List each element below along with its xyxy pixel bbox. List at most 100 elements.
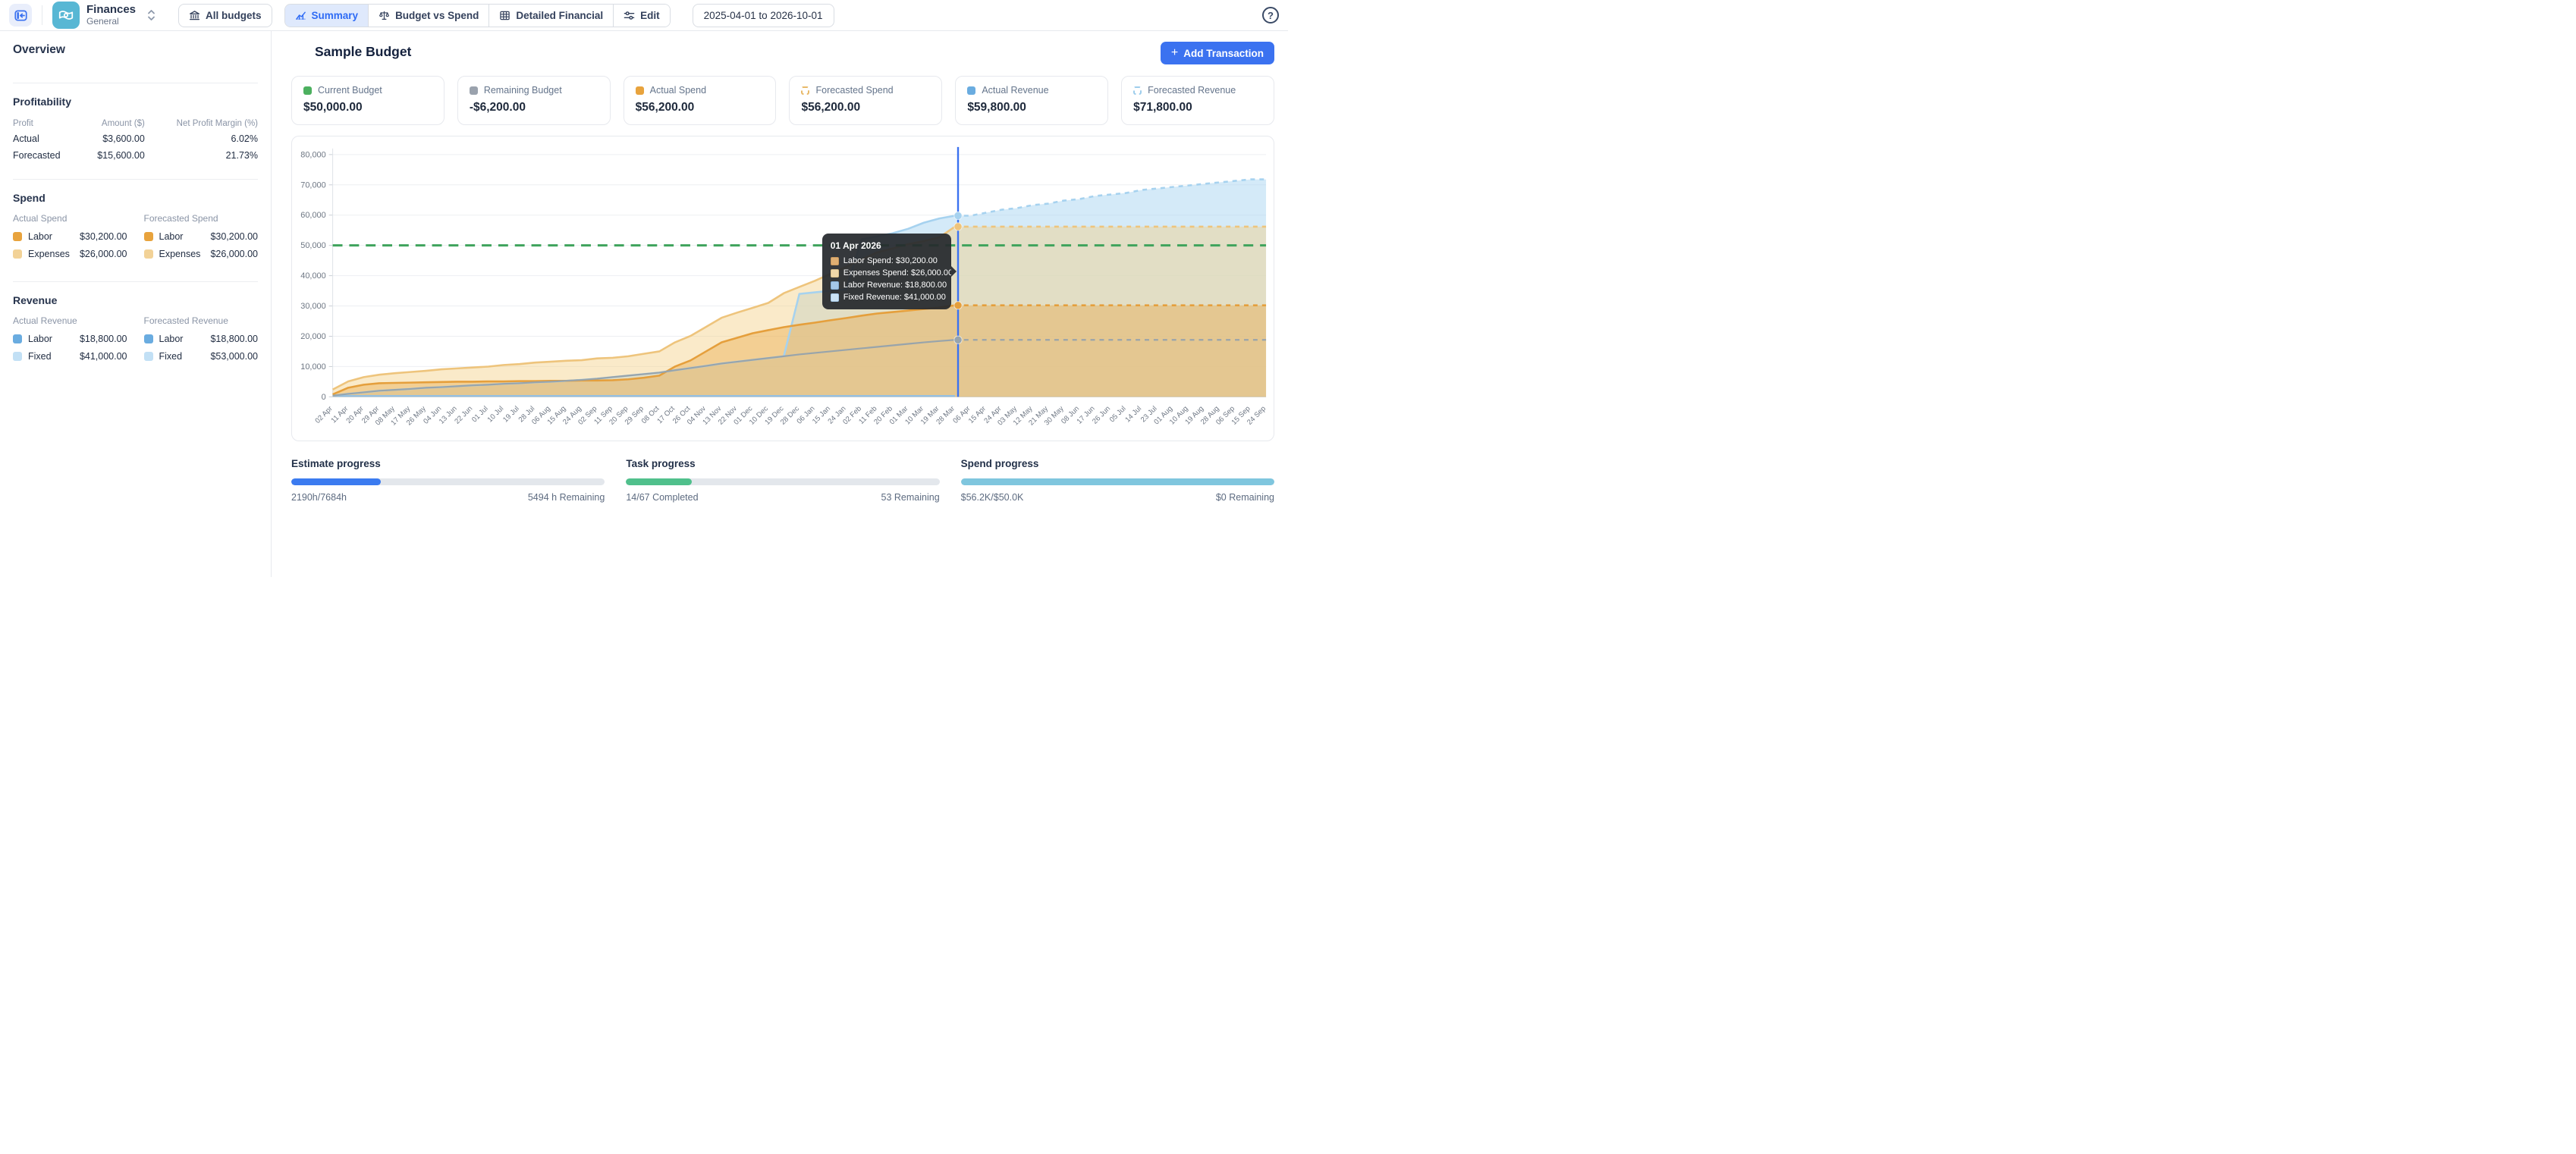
x-axis-label: 14 Jul xyxy=(1123,405,1143,425)
legend-value: $30,200.00 xyxy=(210,231,258,242)
card-label: Actual Revenue xyxy=(967,85,1096,96)
labor-swatch-icon xyxy=(144,334,153,343)
legend-label: Labor xyxy=(28,231,52,242)
legend-label: Expenses xyxy=(28,249,70,259)
legend-group-actual-revenue: Actual RevenueLabor$18,800.00Fixed$41,00… xyxy=(13,315,127,368)
spend-heading: Spend xyxy=(13,192,258,204)
x-axis-label: 01 Jul xyxy=(470,405,490,425)
legend-item-labor: Labor$18,800.00 xyxy=(144,334,259,344)
tab-label: Detailed Financial xyxy=(516,10,603,21)
legend-group-forecasted-revenue: Forecasted RevenueLabor$18,800.00Fixed$5… xyxy=(144,315,259,368)
help-icon[interactable]: ? xyxy=(1262,7,1279,24)
progress-left-label: 14/67 Completed xyxy=(626,492,698,503)
x-axis-label: 10 Jul xyxy=(486,405,506,425)
sidebar-divider xyxy=(13,179,258,180)
chevron-up-down-icon[interactable] xyxy=(147,8,156,22)
plus-icon: + xyxy=(1171,47,1178,59)
progress-title: Task progress xyxy=(626,458,939,469)
tooltip-row-expenses-spend: Expenses Spend: $26,000.00 xyxy=(831,268,943,278)
progress-fill xyxy=(626,478,691,485)
card-actual-spend: Actual Spend$56,200.00 xyxy=(624,76,777,125)
legend-item-expenses: Expenses$26,000.00 xyxy=(13,249,127,259)
tab-budget-vs-spend[interactable]: Budget vs Spend xyxy=(368,5,488,27)
profit-cell: $3,600.00 xyxy=(79,130,145,147)
legend-value: $18,800.00 xyxy=(210,334,258,344)
fixed-revenue-swatch-icon xyxy=(831,293,839,302)
card-label: Actual Spend xyxy=(636,85,765,96)
progress-fill xyxy=(291,478,381,485)
legend-item-fixed: Fixed$53,000.00 xyxy=(144,351,259,362)
revenue-heading: Revenue xyxy=(13,294,258,306)
banknote-icon xyxy=(58,7,74,24)
profit-row: Forecasted$15,600.0021.73% xyxy=(13,147,258,164)
progress-right-label: 5494 h Remaining xyxy=(528,492,605,503)
budget-chart-svg[interactable]: 010,00020,00030,00040,00050,00060,00070,… xyxy=(294,140,1272,441)
legend-group-title: Actual Spend xyxy=(13,213,127,224)
forecasted-revenue-swatch-icon xyxy=(1133,86,1142,95)
workspace-title: Finances xyxy=(86,4,136,17)
x-axis-label: 02 Apr xyxy=(313,404,335,425)
progress-bar xyxy=(961,478,1274,485)
progress-meta: 14/67 Completed 53 Remaining xyxy=(626,492,939,503)
legend-value: $53,000.00 xyxy=(210,351,258,362)
add-transaction-button[interactable]: + Add Transaction xyxy=(1161,42,1274,64)
expenses-swatch-icon xyxy=(13,249,22,259)
legend-group-title: Actual Revenue xyxy=(13,315,127,326)
bank-icon xyxy=(189,10,200,21)
card-label: Remaining Budget xyxy=(470,85,598,96)
budget-chart[interactable]: 010,00020,00030,00040,00050,00060,00070,… xyxy=(291,136,1274,441)
spend-legend: Actual SpendLabor$30,200.00Expenses$26,0… xyxy=(13,213,258,266)
legend-value: $18,800.00 xyxy=(80,334,127,344)
legend-value: $30,200.00 xyxy=(80,231,127,242)
remaining-budget-swatch-icon xyxy=(470,86,478,95)
x-axis-label: 26 Jun xyxy=(1091,405,1112,426)
progress-meta: 2190h/7684h5494 h Remaining xyxy=(291,492,605,503)
card-label: Current Budget xyxy=(303,85,432,96)
x-axis-label: 05 Jul xyxy=(1108,405,1128,425)
progress-right-label: $0 Remaining xyxy=(1216,492,1274,503)
profit-cell: $15,600.00 xyxy=(79,147,145,164)
progress-right-label: 53 Remaining xyxy=(881,492,940,503)
chart-tooltip: 01 Apr 2026 Labor Spend: $30,200.00Expen… xyxy=(822,234,951,309)
forecasted-spend-swatch-icon xyxy=(801,86,809,95)
tab-detailed-financial[interactable]: Detailed Financial xyxy=(488,5,613,27)
progress-spend-progress: Spend progress $56.2K/$50.0K $0 Remaining xyxy=(961,458,1274,503)
sliders-icon xyxy=(624,10,635,21)
profitability-table: ProfitAmount ($)Net Profit Margin (%) Ac… xyxy=(13,117,258,164)
tab-summary[interactable]: Summary xyxy=(285,5,369,27)
progress-title: Spend progress xyxy=(961,458,1274,469)
table-icon xyxy=(499,10,510,21)
legend-group-forecasted-spend: Forecasted SpendLabor$30,200.00Expenses$… xyxy=(144,213,259,266)
profit-column-header: Profit xyxy=(13,117,79,130)
sidebar-toggle-button[interactable] xyxy=(9,4,32,27)
date-range-input[interactable]: 2025-04-01 to 2026-10-01 xyxy=(693,4,834,27)
card-value: -$6,200.00 xyxy=(470,101,598,114)
svg-text:10,000: 10,000 xyxy=(300,362,325,372)
svg-text:50,000: 50,000 xyxy=(300,241,325,250)
tooltip-text: Labor Spend: $30,200.00 xyxy=(843,256,938,265)
legend-item-fixed: Fixed$41,000.00 xyxy=(13,351,127,362)
card-label: Forecasted Spend xyxy=(801,85,930,96)
legend-value: $26,000.00 xyxy=(210,249,258,259)
card-value: $56,200.00 xyxy=(801,101,930,114)
legend-item-expenses: Expenses$26,000.00 xyxy=(144,249,259,259)
tooltip-row-labor-revenue: Labor Revenue: $18,800.00 xyxy=(831,281,943,290)
svg-text:70,000: 70,000 xyxy=(300,180,325,190)
card-title: Current Budget xyxy=(318,85,382,96)
all-budgets-button[interactable]: All budgets xyxy=(178,4,272,27)
page-title: Sample Budget xyxy=(315,42,411,60)
card-forecasted-spend: Forecasted Spend $56,200.00 xyxy=(789,76,942,125)
card-title: Actual Spend xyxy=(650,85,706,96)
legend-value: $41,000.00 xyxy=(80,351,127,362)
progress-left-label: $56.2K/$50.0K xyxy=(961,492,1024,503)
expenses-swatch-icon xyxy=(144,249,153,259)
profit-column-header: Net Profit Margin (%) xyxy=(145,117,258,130)
tab-label: Summary xyxy=(312,10,359,21)
overview-sidebar: Overview Profitability ProfitAmount ($)N… xyxy=(0,31,272,577)
actual-spend-swatch-icon xyxy=(636,86,644,95)
tab-label: Edit xyxy=(640,10,660,21)
labor-swatch-icon xyxy=(144,232,153,241)
workspace-switcher[interactable]: Finances General xyxy=(52,2,156,29)
tab-edit[interactable]: Edit xyxy=(613,5,670,27)
all-budgets-label: All budgets xyxy=(206,10,262,21)
